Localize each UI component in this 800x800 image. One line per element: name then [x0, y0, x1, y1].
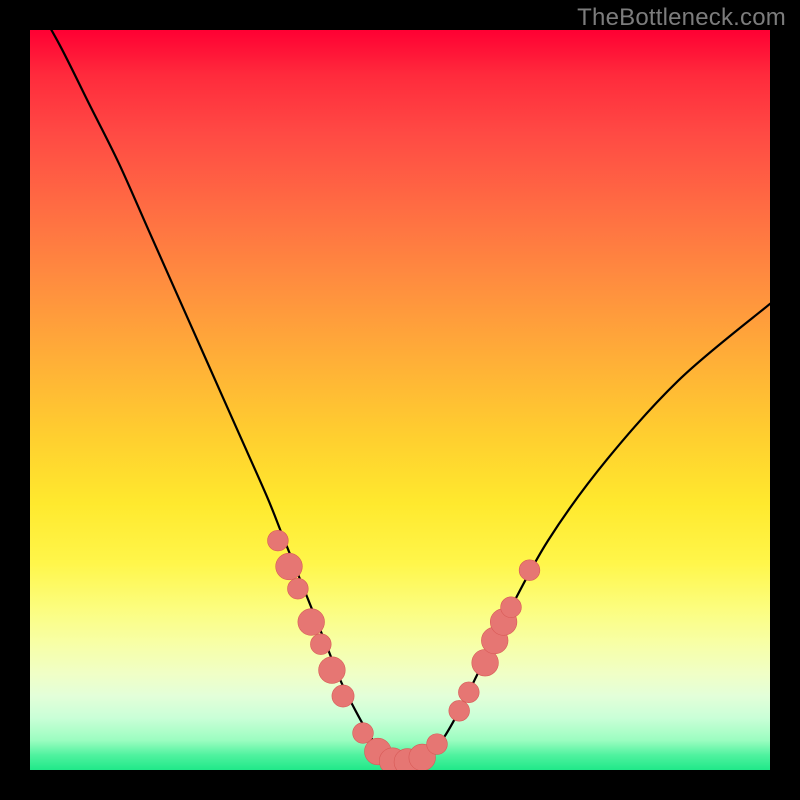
curve-marker	[268, 530, 289, 551]
curve-marker	[449, 700, 470, 721]
chart-frame: TheBottleneck.com	[0, 0, 800, 800]
chart-svg	[30, 30, 770, 770]
curve-marker	[288, 578, 309, 599]
curve-marker	[519, 560, 540, 581]
curve-marker	[427, 734, 448, 755]
curve-marker	[501, 597, 522, 618]
curve-marker	[458, 682, 479, 703]
curve-marker	[319, 657, 346, 684]
curve-marker	[332, 685, 354, 707]
plot-area	[30, 30, 770, 770]
curve-marker	[310, 634, 331, 655]
curve-markers	[268, 530, 540, 770]
watermark-text: TheBottleneck.com	[577, 4, 786, 32]
bottleneck-curve	[30, 30, 770, 764]
curve-marker	[276, 553, 303, 580]
curve-marker	[298, 609, 325, 636]
